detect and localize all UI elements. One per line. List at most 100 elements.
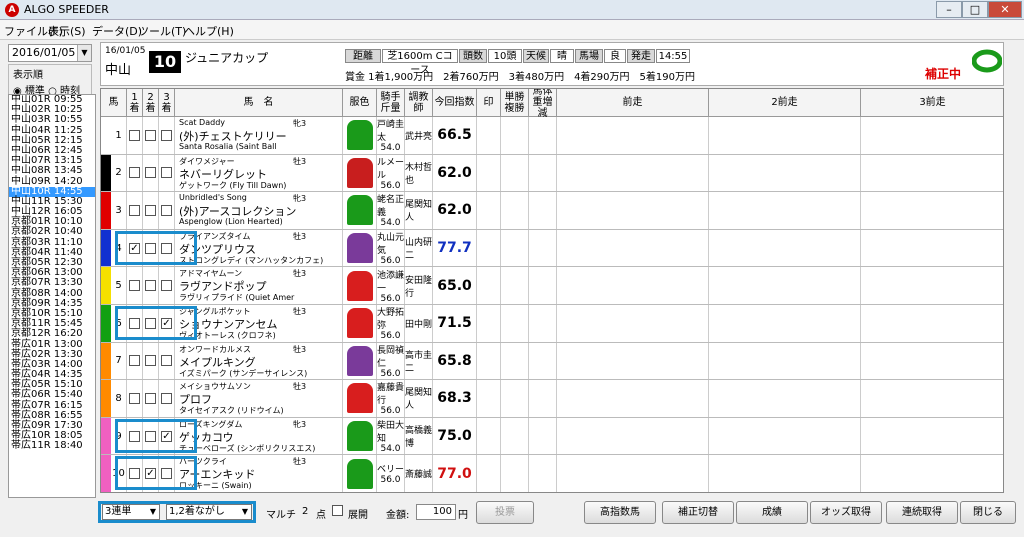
horse-row[interactable]: 5 アドマイヤムーン 牡3 ラヴアンドポップ ラヴリィプライド (Quiet Amer 池… xyxy=(101,267,1003,305)
column-header[interactable]: 単勝複勝 xyxy=(501,89,529,117)
race-list-item[interactable]: 中山08R 13:45 xyxy=(9,166,95,176)
horse-name-cell[interactable]: ローズキングダム 牝3 ゲッカコウ チューベローズ (シンボリクリスエス) xyxy=(175,417,343,455)
place-2-checkbox[interactable] xyxy=(145,280,156,292)
sex-age: 牝3 xyxy=(293,119,307,128)
place-1-checkbox[interactable] xyxy=(129,468,140,480)
horse-row[interactable]: 9 ✓ ローズキングダム 牝3 ゲッカコウ チューベローズ (シンボリクリスエス) 柴田大知… xyxy=(101,417,1003,456)
place-1-checkbox[interactable] xyxy=(129,280,140,292)
bottom-button[interactable]: 高指数馬 xyxy=(584,501,656,524)
place-1-checkbox[interactable] xyxy=(129,167,140,179)
column-header[interactable]: 馬体重増減 xyxy=(529,89,557,119)
place-1-checkbox[interactable] xyxy=(129,355,140,367)
column-header[interactable]: 2着 xyxy=(143,89,159,117)
horse-name-cell[interactable]: ジャングルポケット 牡3 ショウナンアンセム ヴィオトーレス (クロフネ) xyxy=(175,305,343,342)
place-1-checkbox[interactable] xyxy=(129,129,140,141)
amount-input[interactable]: 100 xyxy=(416,504,456,520)
race-list[interactable]: 中山01R 09:55 中山02R 10:25 中山03R 10:55 中山04R 1… xyxy=(8,94,96,498)
horse-name-cell[interactable]: Scat Daddy 牝3 (外)チェストケリリー Santa Rosalia (Sa… xyxy=(175,117,343,154)
data-cell xyxy=(557,229,709,267)
menu-item-3[interactable]: ツール(T) xyxy=(138,23,186,39)
place-2-checkbox[interactable]: ✓ xyxy=(145,468,156,480)
bet-method-select[interactable]: 1,2着ながし ▼ xyxy=(166,504,252,520)
horse-row[interactable]: 7 オンワードカルメス 牡3 メイプルキング イズミパーク (サンデーサイレンス) 長岡禎… xyxy=(101,342,1003,381)
place-1-checkbox[interactable]: ✓ xyxy=(129,242,140,254)
column-header[interactable]: 2前走 xyxy=(709,89,861,117)
bottom-button[interactable]: 連続取得 xyxy=(886,501,958,524)
menu-item-2[interactable]: データ(D) xyxy=(92,23,142,39)
multi-label: マルチ xyxy=(266,510,296,521)
jockey-cell: 柴田大知 54.0 xyxy=(377,417,405,455)
place-3-checkbox[interactable]: ✓ xyxy=(161,317,172,329)
place-3-checkbox[interactable] xyxy=(161,242,172,254)
place-3-checkbox[interactable] xyxy=(161,392,172,404)
horse-row[interactable]: 8 メイショウサムソン 牡3 プロフ タイセイアスク (リドウイム) 嘉藤貴行 56.0 尾関… xyxy=(101,380,1003,418)
column-header[interactable]: 調教師 xyxy=(405,89,433,117)
horse-name-cell[interactable]: ハーツクライ 牡3 アーエンキッド ロッキーニ (Swain) xyxy=(175,455,343,492)
bottom-button[interactable]: 成績 xyxy=(736,501,808,524)
place-3-checkbox[interactable] xyxy=(161,129,172,141)
place-3-checkbox[interactable]: ✓ xyxy=(161,430,172,442)
horse-name-cell[interactable]: メイショウサムソン 牡3 プロフ タイセイアスク (リドウイム) xyxy=(175,380,343,417)
place-2-checkbox[interactable] xyxy=(145,317,156,329)
place-3-checkbox[interactable] xyxy=(161,204,172,216)
place-1-checkbox[interactable] xyxy=(129,204,140,216)
place-1-checkbox[interactable] xyxy=(129,430,140,442)
place-1-checkbox[interactable] xyxy=(129,317,140,329)
race-info-cell: 頭数 xyxy=(459,49,487,63)
horse-row[interactable]: 2 ダイワメジャー 牡3 ネバーリグレット ゲットワーク (Fly Till Dawn)… xyxy=(101,154,1003,193)
horse-name-cell[interactable]: ブライアンズタイム 牡3 ダンツプリウス ストロングレディ (マンハッタンカフェ) xyxy=(175,229,343,267)
place-2-checkbox[interactable] xyxy=(145,355,156,367)
column-header[interactable]: 馬 名 xyxy=(175,89,343,117)
bottom-button[interactable]: 閉じる xyxy=(960,501,1016,524)
column-header[interactable]: 3着 xyxy=(159,89,175,117)
expand-checkbox[interactable] xyxy=(332,505,343,519)
horse-name-cell[interactable]: アドマイヤムーン 牡3 ラヴアンドポップ ラヴリィプライド (Quiet Amer xyxy=(175,267,343,304)
chevron-down-icon[interactable]: ▼ xyxy=(77,45,91,61)
bet-type-select[interactable]: 3連単 ▼ xyxy=(102,504,160,520)
place-3-checkbox[interactable] xyxy=(161,280,172,292)
race-list-item[interactable]: 帯広11R 18:40 xyxy=(9,441,95,451)
column-header[interactable]: 前走 xyxy=(557,89,709,117)
horse-row[interactable]: 10 ✓ ハーツクライ 牡3 アーエンキッド ロッキーニ (Swain) ベリー 56.0 斎藤… xyxy=(101,455,1003,492)
menu-item-1[interactable]: 表示(S) xyxy=(48,23,86,39)
maximize-button[interactable]: □ xyxy=(962,1,988,18)
place-3-checkbox[interactable] xyxy=(161,468,172,480)
horse-row[interactable]: 3 Unbridled's Song 牝3 (外)アースコレクション Aspenglow… xyxy=(101,192,1003,230)
place-2-checkbox[interactable] xyxy=(145,129,156,141)
place-3-checkbox[interactable] xyxy=(161,167,172,179)
horse-name-cell[interactable]: Unbridled's Song 牝3 (外)アースコレクション Aspenglow … xyxy=(175,192,343,229)
close-window-button[interactable]: ✕ xyxy=(988,1,1022,18)
vote-button[interactable]: 投票 xyxy=(476,501,534,524)
place-2-checkbox[interactable] xyxy=(145,204,156,216)
column-header[interactable]: 印 xyxy=(477,89,501,117)
minimize-button[interactable]: – xyxy=(936,1,962,18)
horse-row[interactable]: 4 ✓ ブライアンズタイム 牡3 ダンツプリウス ストロングレディ (マンハッタンカフェ)… xyxy=(101,229,1003,268)
silk-cell xyxy=(343,154,377,192)
data-cell xyxy=(529,267,557,304)
horse-name-cell[interactable]: ダイワメジャー 牡3 ネバーリグレット ゲットワーク (Fly Till Dawn) xyxy=(175,154,343,192)
data-cell xyxy=(529,380,557,417)
place-3-checkbox[interactable] xyxy=(161,355,172,367)
horse-row[interactable]: 6 ✓ ジャングルポケット 牡3 ショウナンアンセム ヴィオトーレス (クロフネ) 大野拓弥… xyxy=(101,305,1003,343)
place-2-checkbox[interactable] xyxy=(145,430,156,442)
horse-row[interactable]: 1 Scat Daddy 牝3 (外)チェストケリリー Santa Rosalia (S… xyxy=(101,117,1003,155)
column-header[interactable]: 馬 xyxy=(101,89,127,117)
horse-name-cell[interactable]: オンワードカルメス 牡3 メイプルキング イズミパーク (サンデーサイレンス) xyxy=(175,342,343,380)
silk-cell xyxy=(343,229,377,267)
column-header[interactable]: 3前走 xyxy=(861,89,1003,117)
speed-index: 66.5 xyxy=(433,117,477,154)
column-header[interactable]: 騎手斤量 xyxy=(377,89,405,117)
date-select[interactable]: 2016/01/05 ▼ xyxy=(8,44,92,62)
column-header[interactable]: 1着 xyxy=(127,89,143,117)
column-header[interactable]: 今回指数 xyxy=(433,89,477,117)
place-2-checkbox[interactable] xyxy=(145,392,156,404)
place-2-checkbox[interactable] xyxy=(145,242,156,254)
menu-item-4[interactable]: ヘルプ(H) xyxy=(184,23,234,39)
race-list-item[interactable]: 京都12R 16:20 xyxy=(9,329,95,339)
correction-status: 補正中 xyxy=(925,67,962,81)
bottom-button[interactable]: 補正切替 xyxy=(662,501,734,524)
bottom-button[interactable]: オッズ取得 xyxy=(810,501,882,524)
column-header[interactable]: 服色 xyxy=(343,89,377,117)
place-2-checkbox[interactable] xyxy=(145,167,156,179)
place-1-checkbox[interactable] xyxy=(129,392,140,404)
